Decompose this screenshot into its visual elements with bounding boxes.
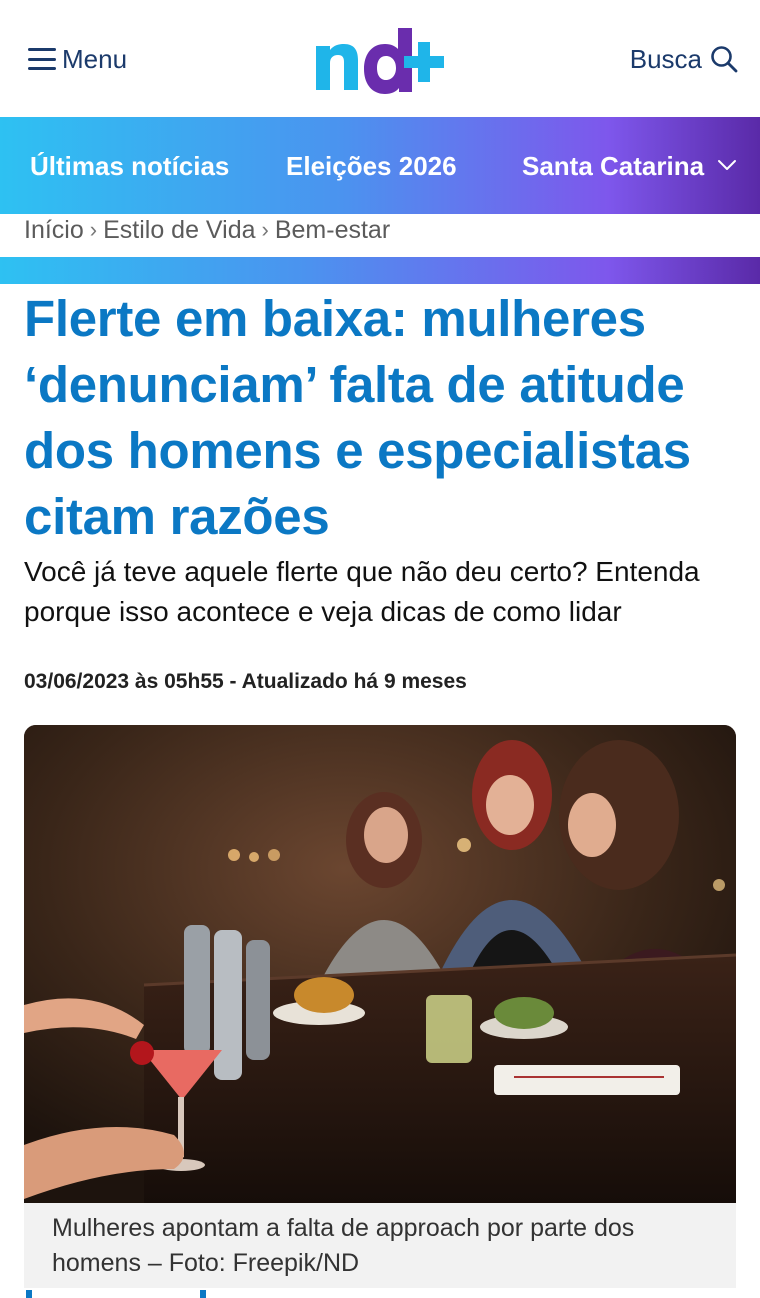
breadcrumb-inicio[interactable]: Início [24,216,84,245]
search-label: Busca [629,43,702,74]
breadcrumb-separator: › [89,217,98,242]
chevron-down-icon[interactable] [716,154,738,176]
article-subtitle: Você já teve aquele flerte que não deu c… [24,556,700,627]
breadcrumb-separator: › [261,217,269,242]
nav-item-santa-catarina[interactable]: Santa Catarina [522,151,704,182]
featured-image[interactable] [24,725,736,1203]
site-header: Menu Busca [0,0,760,117]
nd-plus-logo[interactable] [314,24,446,96]
category-nav: Últimas notícias Eleições 2026 Santa Cat… [0,117,760,214]
image-caption: Mulheres apontam a falta de approach por… [24,1203,736,1288]
article-title: Flerte em baixa: mulheres ‘denunciam’ fa… [24,290,691,545]
next-heading-edge [26,1290,206,1298]
updated-time: Atualizado há 9 meses [241,670,467,693]
search-icon [711,46,738,73]
bar-scene-photo [24,725,736,1203]
nav-item-ultimas-noticias[interactable]: Últimas notícias [30,151,229,182]
published-date: 03/06/2023 às 05h55 [24,670,224,693]
menu-label: Menu [62,43,128,74]
gradient-divider [0,257,760,284]
search-button[interactable]: Busca [630,42,738,76]
date-separator: - [229,670,237,693]
menu-button[interactable]: Menu [28,42,127,76]
hamburger-icon [28,48,56,70]
breadcrumb: Início › Estilo de Vida › Bem-estar [24,212,390,248]
nav-item-eleicoes-2026[interactable]: Eleições 2026 [286,151,457,182]
breadcrumb-estilo-de-vida[interactable]: Estilo de Vida [103,216,255,245]
breadcrumb-bem-estar[interactable]: Bem-estar [275,216,390,245]
article-dateline: 03/06/2023 às 05h55 - Atualizado há 9 me… [24,670,467,694]
